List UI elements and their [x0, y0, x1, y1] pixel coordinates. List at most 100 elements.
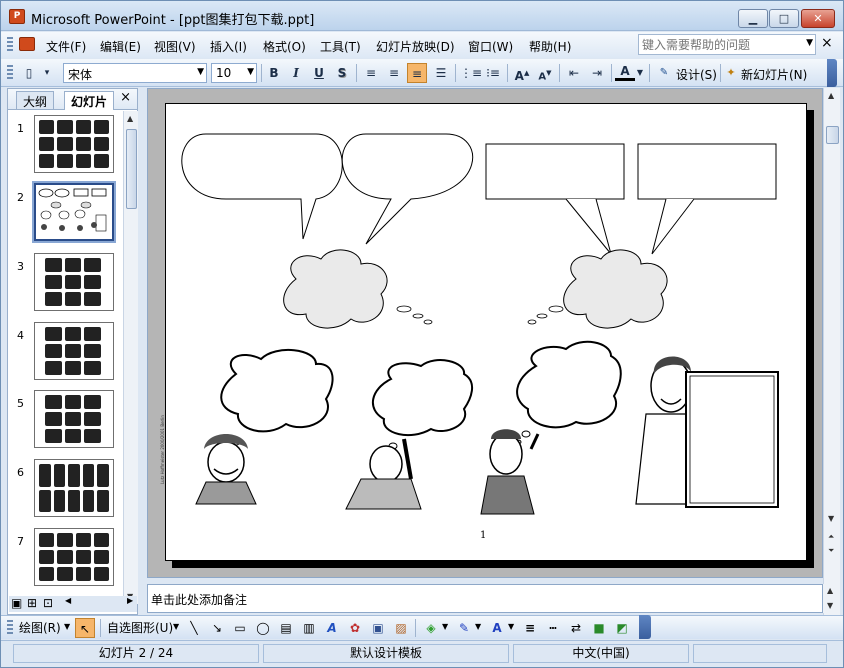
- vertical-textbox-icon[interactable]: ▥: [299, 618, 319, 638]
- increase-font-size-icon[interactable]: A▲: [512, 63, 532, 83]
- new-slide-button[interactable]: 新幻灯片(N): [741, 66, 807, 83]
- chevron-down-icon[interactable]: ▼: [475, 622, 481, 631]
- design-button[interactable]: 设计(S): [676, 66, 717, 83]
- chevron-down-icon[interactable]: ▼: [635, 63, 645, 83]
- slide-thumbnail-4[interactable]: [34, 322, 114, 380]
- toolbar-options-button[interactable]: [639, 615, 651, 639]
- document-close-button[interactable]: ×: [821, 35, 833, 51]
- scrollbar-thumb[interactable]: [826, 126, 839, 144]
- font-size-select[interactable]: 10 ▼: [211, 63, 257, 83]
- shadow-style-icon[interactable]: ■: [589, 618, 609, 638]
- slide-thumbnail-6[interactable]: [34, 459, 114, 517]
- line-style-icon[interactable]: ≡: [520, 618, 540, 638]
- slide-editing-area[interactable]: Lutz Hoffmeister 2000/2001 Berlin 1: [147, 88, 823, 578]
- line-color-icon[interactable]: ✎: [454, 618, 474, 638]
- scroll-up-icon[interactable]: ▲: [827, 586, 833, 595]
- previous-slide-icon[interactable]: ⏶: [828, 532, 834, 542]
- fill-color-icon[interactable]: ◈: [421, 618, 441, 638]
- chevron-down-icon[interactable]: ▼: [197, 67, 204, 77]
- wordart-icon[interactable]: A: [322, 618, 342, 638]
- slides-pane-scrollbar[interactable]: ▲ ▼: [123, 111, 138, 604]
- align-right-icon[interactable]: ≡: [407, 63, 427, 83]
- menu-file[interactable]: 文件(F): [46, 38, 86, 55]
- line-icon[interactable]: ╲: [184, 618, 204, 638]
- increase-indent-icon[interactable]: ⇥: [587, 63, 607, 83]
- tab-slides[interactable]: 幻灯片: [64, 91, 115, 110]
- chevron-down-icon[interactable]: ▼: [64, 622, 70, 631]
- shadow-button[interactable]: S: [332, 63, 352, 83]
- notes-scrollbar[interactable]: ▲ ▼: [823, 584, 840, 613]
- slide-sorter-view-icon[interactable]: ⊞: [27, 596, 37, 610]
- slide-thumbnail-5[interactable]: [34, 390, 114, 448]
- 3d-style-icon[interactable]: ◩: [612, 618, 632, 638]
- align-left-icon[interactable]: ≡: [361, 63, 381, 83]
- scroll-up-icon[interactable]: ▲: [127, 114, 133, 123]
- distribute-icon[interactable]: ☰: [431, 63, 451, 83]
- arrow-style-icon[interactable]: ⇄: [566, 618, 586, 638]
- bulleted-list-icon[interactable]: ⁝≡: [483, 63, 503, 83]
- current-slide[interactable]: Lutz Hoffmeister 2000/2001 Berlin 1: [160, 103, 808, 562]
- decrease-font-size-icon[interactable]: A▼: [535, 63, 555, 83]
- scroll-down-icon[interactable]: ▼: [828, 514, 834, 523]
- minimize-button[interactable]: ▁: [738, 9, 768, 28]
- dash-style-icon[interactable]: ┅: [543, 618, 563, 638]
- picture-icon[interactable]: ▨: [391, 618, 411, 638]
- bold-button[interactable]: B: [264, 63, 284, 83]
- menu-format[interactable]: 格式(O): [263, 38, 306, 55]
- font-color-icon[interactable]: A: [615, 63, 635, 81]
- normal-view-icon[interactable]: ▣: [11, 596, 22, 610]
- tab-outline[interactable]: 大纲: [16, 91, 55, 109]
- menu-edit[interactable]: 编辑(E): [100, 38, 141, 55]
- scroll-up-icon[interactable]: ▲: [828, 91, 834, 100]
- italic-button[interactable]: I: [286, 63, 306, 83]
- slide-thumbnail-1[interactable]: [34, 115, 114, 173]
- menu-slideshow[interactable]: 幻灯片放映(D): [376, 38, 455, 55]
- menu-grip-handle[interactable]: [7, 37, 13, 53]
- maximize-button[interactable]: □: [769, 9, 799, 28]
- menu-help[interactable]: 帮助(H): [529, 38, 571, 55]
- slide-thumbnail-3[interactable]: [34, 253, 114, 311]
- rectangle-icon[interactable]: ▭: [230, 618, 250, 638]
- vertical-scrollbar[interactable]: ▲ ▼ ⏶ ⏷: [823, 88, 840, 615]
- toolbar-grip-handle[interactable]: [7, 65, 13, 81]
- scroll-down-icon[interactable]: ▼: [827, 601, 833, 610]
- help-search-input[interactable]: [639, 35, 799, 54]
- menu-view[interactable]: 视图(V): [154, 38, 196, 55]
- toolbar-options-button[interactable]: [827, 59, 837, 87]
- arrow-icon[interactable]: ↘: [207, 618, 227, 638]
- chevron-down-icon[interactable]: ▼: [173, 622, 179, 631]
- new-document-icon[interactable]: ▯: [19, 63, 39, 83]
- menu-tools[interactable]: 工具(T): [320, 38, 361, 55]
- help-question-box[interactable]: ▼: [638, 34, 816, 55]
- scrollbar-thumb[interactable]: [126, 129, 137, 209]
- close-button[interactable]: ✕: [801, 9, 835, 28]
- select-pointer-icon[interactable]: ↖: [75, 618, 95, 638]
- toolbar-options-icon[interactable]: ▾: [41, 63, 53, 83]
- design-icon[interactable]: ✎: [655, 63, 673, 83]
- chevron-down-icon[interactable]: ▼: [442, 622, 448, 631]
- numbered-list-icon[interactable]: ⋮≡: [460, 63, 482, 83]
- underline-button[interactable]: U: [309, 63, 329, 83]
- textbox-icon[interactable]: ▤: [276, 618, 296, 638]
- font-name-select[interactable]: 宋体 ▼: [63, 63, 207, 83]
- scroll-right-icon[interactable]: ▶: [127, 596, 133, 605]
- powerpoint-app-icon[interactable]: P: [9, 9, 25, 24]
- pane-close-button[interactable]: ×: [120, 90, 131, 105]
- menu-window[interactable]: 窗口(W): [468, 38, 513, 55]
- speech-bubble-clipart[interactable]: [166, 104, 808, 562]
- autoshapes-button[interactable]: 自选图形(U): [107, 619, 173, 636]
- scroll-left-icon[interactable]: ◀: [65, 596, 71, 605]
- slide-thumbnail-7[interactable]: [34, 528, 114, 586]
- chevron-down-icon[interactable]: ▼: [806, 38, 813, 48]
- draw-menu-button[interactable]: 绘图(R): [19, 619, 61, 636]
- oval-icon[interactable]: ◯: [253, 618, 273, 638]
- menu-insert[interactable]: 插入(I): [210, 38, 247, 55]
- status-design-template[interactable]: 默认设计模板: [263, 644, 509, 663]
- document-icon[interactable]: [19, 37, 35, 51]
- slideshow-view-icon[interactable]: ⊡: [43, 596, 53, 610]
- align-center-icon[interactable]: ≡: [384, 63, 404, 83]
- chevron-down-icon[interactable]: ▼: [508, 622, 514, 631]
- clipart-icon[interactable]: ▣: [368, 618, 388, 638]
- title-bar[interactable]: P Microsoft PowerPoint - [ppt图集打包下载.ppt]…: [1, 1, 843, 31]
- notes-pane[interactable]: 单击此处添加备注: [147, 584, 823, 613]
